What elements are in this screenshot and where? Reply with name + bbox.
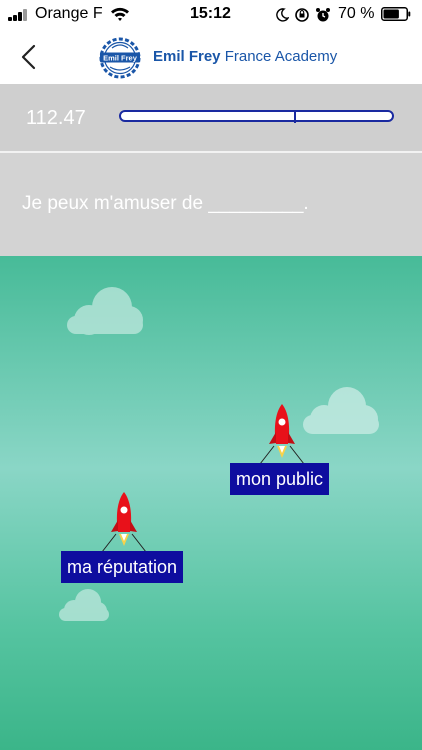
navigation-bar: Emil Frey Emil Frey France Academy [0,30,422,85]
brand-name-bold: Emil Frey [153,48,221,65]
cloud-icon [59,589,109,621]
rocket-icon [259,404,305,465]
alarm-clock-icon [316,8,330,22]
progress-marker [294,111,296,123]
cellular-signal-icon [8,9,30,21]
logo-text: Emil Frey [103,54,138,63]
brand-name-rest: France Academy [224,48,338,65]
battery-percent-label: 70 % [338,5,375,22]
wifi-icon [111,7,129,21]
do-not-disturb-moon-icon [276,8,289,22]
brand-title: Emil Frey France Academy [153,48,337,65]
timer-value: 112.47 [26,107,86,129]
time-progress-bar [119,110,394,123]
game-area: mon public ma réputation [0,256,422,750]
cloud-icon [303,387,379,434]
rotation-lock-icon [295,8,309,22]
status-bar: Orange F 15:12 70 % [0,0,422,30]
battery-icon [381,7,411,21]
emil-frey-logo: Emil Frey [99,37,141,79]
cloud-icon [67,287,143,335]
timer-bar: 112.47 [0,85,422,151]
answer-option[interactable]: ma réputation [61,551,184,583]
question-panel: Je peux m'amuser de _________. [0,153,422,256]
clock-label: 15:12 [190,5,231,22]
carrier-label: Orange F [35,5,103,22]
back-chevron-icon[interactable] [18,42,42,72]
rocket-icon [101,492,147,553]
answer-option[interactable]: mon public [230,463,330,495]
question-text: Je peux m'amuser de _________. [22,193,309,214]
